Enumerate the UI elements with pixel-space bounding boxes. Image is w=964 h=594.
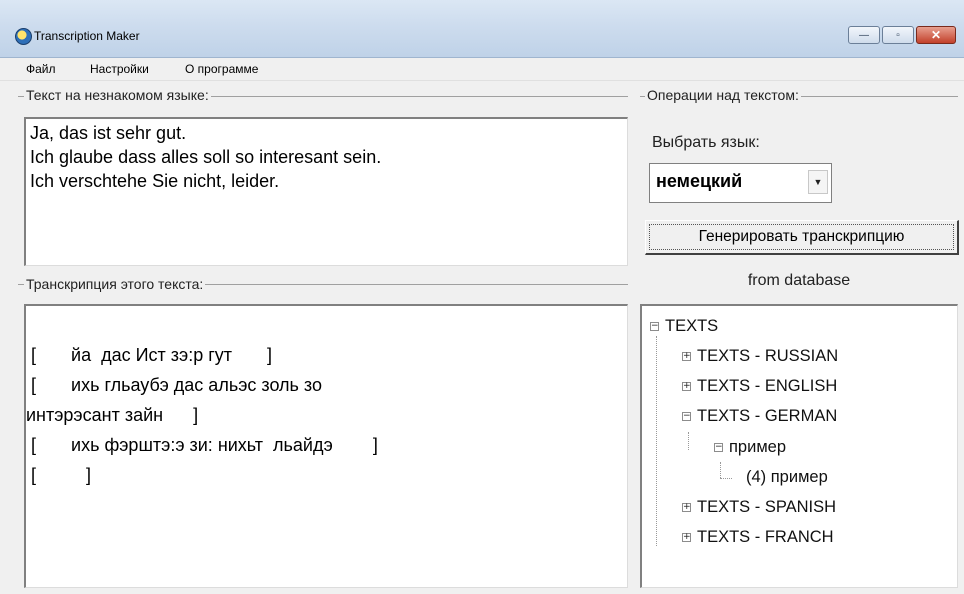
menu-settings[interactable]: Настройки xyxy=(90,62,149,76)
collapse-icon[interactable]: − xyxy=(682,412,691,422)
window-title: Transcription Maker xyxy=(34,29,140,43)
generate-transcription-button[interactable]: Генерировать транскрипцию xyxy=(645,220,959,255)
source-line: Ich glaube dass alles soll so interesant… xyxy=(30,147,382,167)
tree-node-example-4[interactable]: (4) пример xyxy=(746,468,828,487)
tree-node-russian[interactable]: + TEXTS - RUSSIAN xyxy=(682,347,838,366)
tree-node-label: TEXTS - GERMAN xyxy=(697,407,838,425)
source-text-area[interactable]: Ja, das ist sehr gut. Ich glaube dass all… xyxy=(24,117,628,266)
window-controls: — ▫ ✕ xyxy=(846,26,956,44)
maximize-icon: ▫ xyxy=(896,29,900,41)
tree-node-label: TEXTS - ENGLISH xyxy=(697,377,838,395)
transcription-line: интэрэсант зайн ] xyxy=(26,405,199,425)
minimize-button[interactable]: — xyxy=(848,26,880,44)
tree-node-label: TEXTS - RUSSIAN xyxy=(697,347,839,365)
transcription-text-area[interactable]: [ йа дас Ист зэ:р гут ] [ ихь гльаубэ да… xyxy=(24,304,628,588)
title-bar: Transcription Maker — ▫ ✕ xyxy=(0,0,964,58)
source-text: Ja, das ist sehr gut. Ich glaube dass all… xyxy=(26,119,627,195)
source-group-label: Текст на незнакомом языке: xyxy=(24,87,211,103)
operations-group-label: Операции над текстом: xyxy=(645,87,801,103)
chevron-down-icon[interactable]: ▼ xyxy=(808,170,828,194)
menu-bar: Файл Настройки О программе xyxy=(0,58,964,81)
transcription-line: [ ] xyxy=(26,465,92,485)
expand-icon[interactable]: + xyxy=(682,533,691,543)
tree-node-label: пример xyxy=(729,438,787,456)
language-select[interactable]: немецкий ▼ xyxy=(649,163,832,203)
tree-node-label: TEXTS - FRANCH xyxy=(697,528,834,546)
tree-node-german[interactable]: − TEXTS - GERMAN xyxy=(682,407,837,426)
tree-node-spanish[interactable]: + TEXTS - SPANISH xyxy=(682,498,836,517)
transcription-line: [ йа дас Ист зэ:р гут ] xyxy=(26,345,273,365)
expand-icon[interactable]: + xyxy=(682,382,691,392)
language-value: немецкий xyxy=(656,171,743,191)
tree-connector xyxy=(656,336,657,546)
maximize-button[interactable]: ▫ xyxy=(882,26,914,44)
menu-about[interactable]: О программе xyxy=(185,62,258,76)
source-line: Ich verschtehe Sie nicht, leider. xyxy=(30,171,280,191)
tree-node-english[interactable]: + TEXTS - ENGLISH xyxy=(682,377,837,396)
minimize-icon: — xyxy=(859,29,869,41)
language-label: Выбрать язык: xyxy=(652,134,760,151)
tree-connector xyxy=(720,462,721,478)
app-icon xyxy=(15,28,32,45)
transcription-text: [ йа дас Ист зэ:р гут ] [ ихь гльаубэ да… xyxy=(26,306,627,490)
tree-connector xyxy=(688,432,689,450)
source-line: Ja, das ist sehr gut. xyxy=(30,123,187,143)
tree-node-label: TEXTS - SPANISH xyxy=(697,498,837,516)
generate-button-label: Генерировать транскрипцию xyxy=(698,228,905,245)
transcription-group-label: Транскрипция этого текста: xyxy=(24,276,206,292)
transcription-line: [ ихь фэрштэ:э зи: нихьт льайдэ ] xyxy=(26,435,378,455)
close-button[interactable]: ✕ xyxy=(916,26,956,44)
tree-node-example[interactable]: − пример xyxy=(714,438,786,457)
close-icon: ✕ xyxy=(930,28,942,42)
transcription-line: [ ихь гльаубэ дас альэс золь зо xyxy=(26,375,322,395)
expand-icon[interactable]: + xyxy=(682,352,691,362)
tree-node-label: (4) пример xyxy=(746,468,828,486)
expand-icon[interactable]: + xyxy=(682,503,691,513)
tree-connector xyxy=(720,478,732,479)
tree-node-french[interactable]: + TEXTS - FRANCH xyxy=(682,528,834,547)
menu-file[interactable]: Файл xyxy=(26,62,56,76)
tree-node-root[interactable]: − TEXTS xyxy=(650,317,718,336)
database-label: from database xyxy=(747,272,851,289)
tree-node-label: TEXTS xyxy=(665,317,719,335)
collapse-icon[interactable]: − xyxy=(650,322,659,332)
collapse-icon[interactable]: − xyxy=(714,443,723,453)
database-tree[interactable]: − TEXTS + TEXTS - RUSSIAN + TEXTS - ENGLISH… xyxy=(640,304,958,588)
